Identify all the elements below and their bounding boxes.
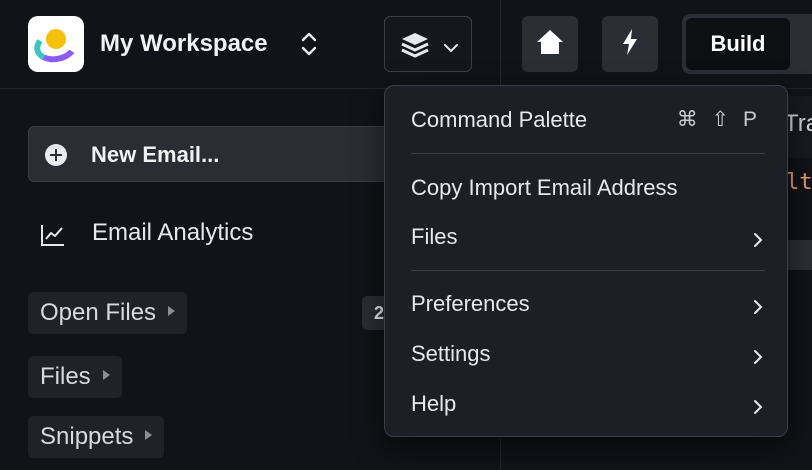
plus-circle-icon <box>45 144 67 166</box>
chevron-right-icon <box>753 295 763 321</box>
mode-toggle: Build <box>682 14 812 74</box>
snippets-label: Snippets <box>40 423 134 450</box>
command-dropdown-menu: Command Palette ⌘ ⇧ P Copy Import Email … <box>384 85 788 437</box>
menu-item-copy-import-email[interactable]: Copy Import Email Address <box>411 171 765 205</box>
files-section-label: Files <box>40 363 91 390</box>
menu-item-settings[interactable]: Settings <box>411 337 765 371</box>
chevron-right-icon <box>753 395 763 421</box>
open-files-section[interactable]: Open Files <box>28 292 188 334</box>
logo-arc-shape <box>31 25 81 67</box>
command-palette-shortcut: ⌘ ⇧ P <box>676 108 761 131</box>
editor-code-fragment: lt <box>786 170 812 195</box>
menu-divider <box>411 153 765 154</box>
menu-item-command-palette[interactable]: Command Palette ⌘ ⇧ P <box>411 103 765 137</box>
new-email-label: New Email... <box>91 142 220 167</box>
home-button[interactable] <box>522 16 578 72</box>
open-files-label: Open Files <box>40 299 157 326</box>
layers-icon <box>399 30 431 65</box>
layers-dropdown-button[interactable] <box>384 16 472 72</box>
menu-item-files[interactable]: Files <box>411 220 765 254</box>
snippets-section[interactable]: Snippets <box>28 416 165 458</box>
menu-item-preferences[interactable]: Preferences <box>411 287 765 321</box>
menu-item-help[interactable]: Help <box>411 387 765 421</box>
workspace-name[interactable]: My Workspace <box>100 30 268 58</box>
editor-tab-label: Tra <box>784 110 812 137</box>
line-chart-icon <box>40 223 66 252</box>
new-email-button[interactable]: New Email... <box>28 126 408 182</box>
editor-highlight-row <box>786 240 812 270</box>
preferences-label: Preferences <box>411 291 530 316</box>
expand-triangle-icon <box>102 370 110 380</box>
expand-triangle-icon <box>145 430 153 440</box>
help-label: Help <box>411 391 457 416</box>
settings-label: Settings <box>411 341 491 366</box>
files-section[interactable]: Files <box>28 356 122 398</box>
workspace-switcher-icon[interactable] <box>299 30 319 63</box>
quick-action-button[interactable] <box>602 16 658 72</box>
copy-import-email-label: Copy Import Email Address <box>411 175 678 200</box>
home-icon <box>535 28 565 61</box>
chevron-right-icon <box>753 345 763 371</box>
top-bar: My Workspace Build <box>0 0 812 470</box>
workspace-logo[interactable] <box>28 16 84 72</box>
email-analytics-label: Email Analytics <box>92 219 254 246</box>
files-menu-label: Files <box>411 224 458 249</box>
chevron-down-icon <box>443 40 459 58</box>
lightning-icon <box>620 28 640 61</box>
command-palette-label: Command Palette <box>411 107 588 132</box>
expand-triangle-icon <box>168 306 176 316</box>
chevron-right-icon <box>753 228 763 254</box>
build-button[interactable]: Build <box>686 18 790 70</box>
menu-divider <box>411 270 765 271</box>
